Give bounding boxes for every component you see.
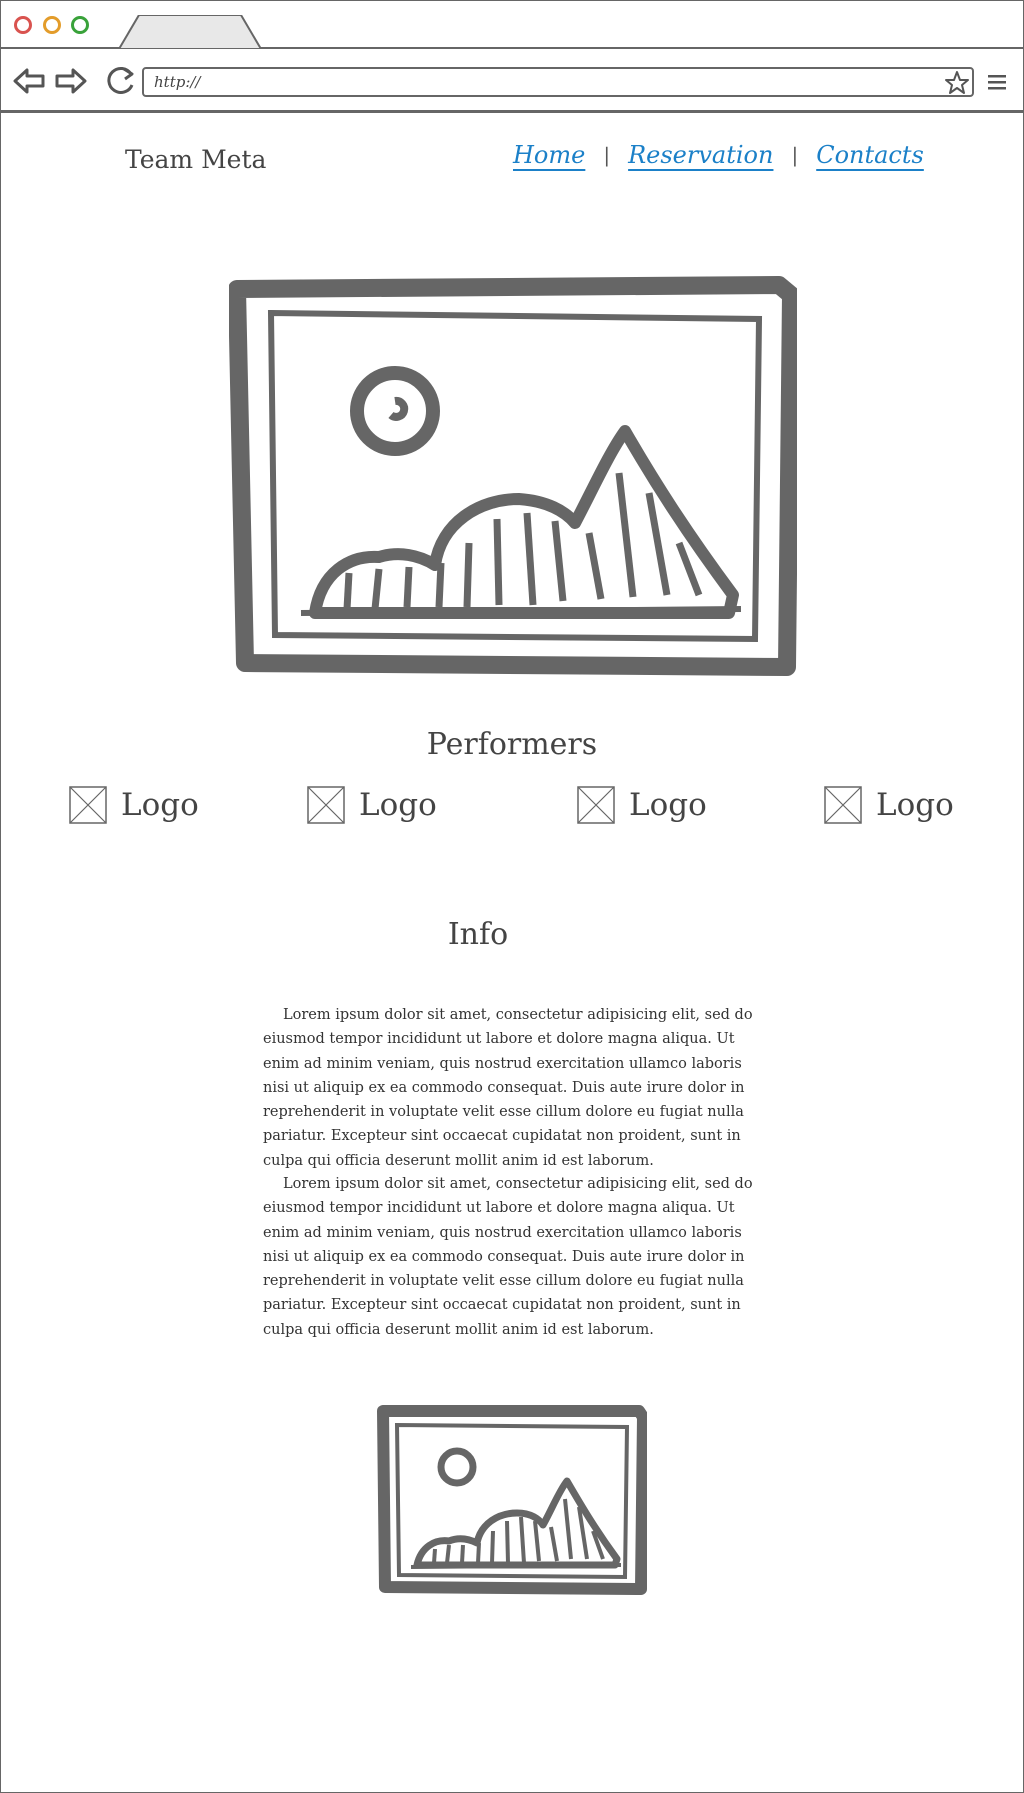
close-window-button[interactable] bbox=[14, 16, 32, 34]
logo-label: Logo bbox=[121, 787, 199, 823]
info-paragraph: Lorem ipsum dolor sit amet, consectetur … bbox=[263, 1007, 753, 1169]
browser-tab[interactable] bbox=[119, 15, 261, 49]
nav-link-contacts[interactable]: Contacts bbox=[816, 141, 924, 169]
nav-link-home[interactable]: Home bbox=[513, 141, 585, 169]
forward-arrow-icon[interactable] bbox=[55, 65, 87, 97]
nav-separator: | bbox=[603, 143, 611, 167]
maximize-window-button[interactable] bbox=[71, 16, 89, 34]
logo-placeholder-icon bbox=[307, 786, 345, 824]
performer-logo[interactable]: Logo bbox=[69, 785, 199, 825]
performer-logo[interactable]: Logo bbox=[307, 785, 437, 825]
info-heading: Info bbox=[447, 917, 509, 952]
back-arrow-icon[interactable] bbox=[13, 65, 45, 97]
performer-logo[interactable]: Logo bbox=[577, 785, 707, 825]
image-placeholder-icon bbox=[377, 1405, 647, 1595]
browser-toolbar: http:// bbox=[1, 49, 1023, 113]
hero-image-placeholder-icon bbox=[229, 276, 797, 676]
logo-placeholder-icon bbox=[69, 786, 107, 824]
reload-icon[interactable] bbox=[104, 65, 136, 97]
logo-label: Logo bbox=[629, 787, 707, 823]
minimize-window-button[interactable] bbox=[43, 16, 61, 34]
logo-label: Logo bbox=[359, 787, 437, 823]
nav-separator: | bbox=[791, 143, 799, 167]
performer-logo[interactable]: Logo bbox=[824, 785, 954, 825]
nav-link-reservation[interactable]: Reservation bbox=[628, 141, 773, 169]
site-brand[interactable]: Team Meta bbox=[125, 145, 266, 174]
browser-window: http:// Team Meta Home | Reservation | C… bbox=[0, 0, 1024, 1793]
address-bar[interactable]: http:// bbox=[142, 67, 974, 97]
logo-placeholder-icon bbox=[577, 786, 615, 824]
info-paragraph: Lorem ipsum dolor sit amet, consectetur … bbox=[263, 1176, 753, 1338]
browser-titlebar bbox=[1, 1, 1023, 49]
url-text: http:// bbox=[154, 73, 201, 91]
logo-placeholder-icon bbox=[824, 786, 862, 824]
logo-label: Logo bbox=[876, 787, 954, 823]
performers-heading: Performers bbox=[426, 727, 598, 762]
bookmark-star-icon[interactable] bbox=[944, 70, 970, 96]
hamburger-menu-icon[interactable] bbox=[987, 73, 1007, 91]
site-nav: Home | Reservation | Contacts bbox=[513, 137, 924, 173]
